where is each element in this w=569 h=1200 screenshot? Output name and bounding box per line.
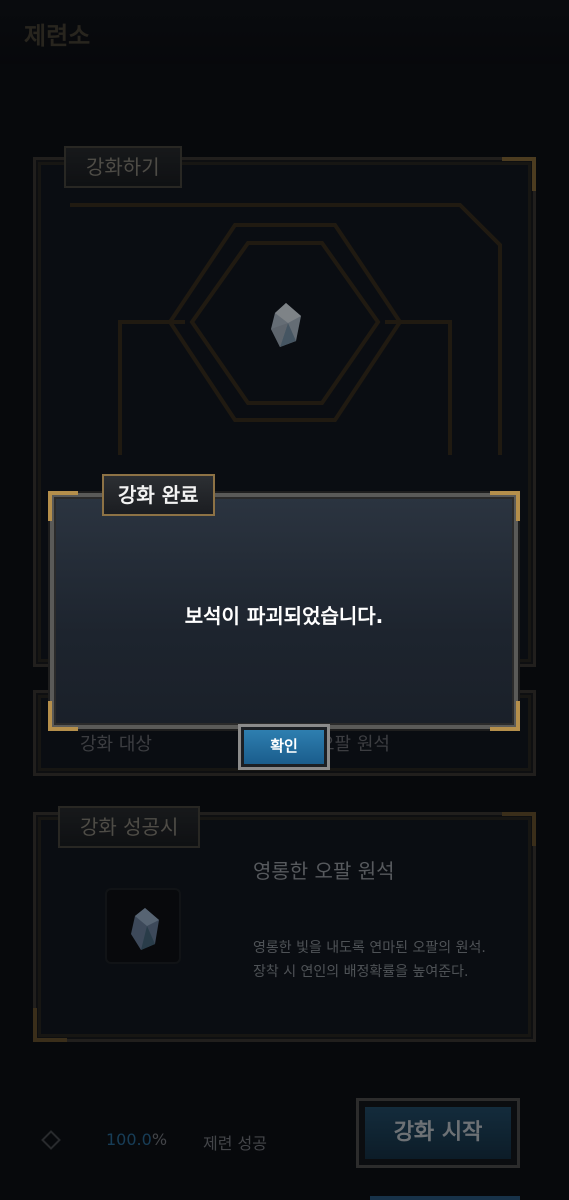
dialog-message: 보석이 파괴되었습니다. [184, 604, 384, 628]
confirm-button[interactable]: 확인 [238, 724, 330, 770]
confirm-label: 확인 [244, 730, 324, 764]
corner-ornament [490, 491, 520, 521]
corner-ornament [490, 701, 520, 731]
corner-ornament [48, 491, 78, 521]
dialog-title: 강화 완료 [102, 474, 215, 516]
corner-ornament [48, 701, 78, 731]
